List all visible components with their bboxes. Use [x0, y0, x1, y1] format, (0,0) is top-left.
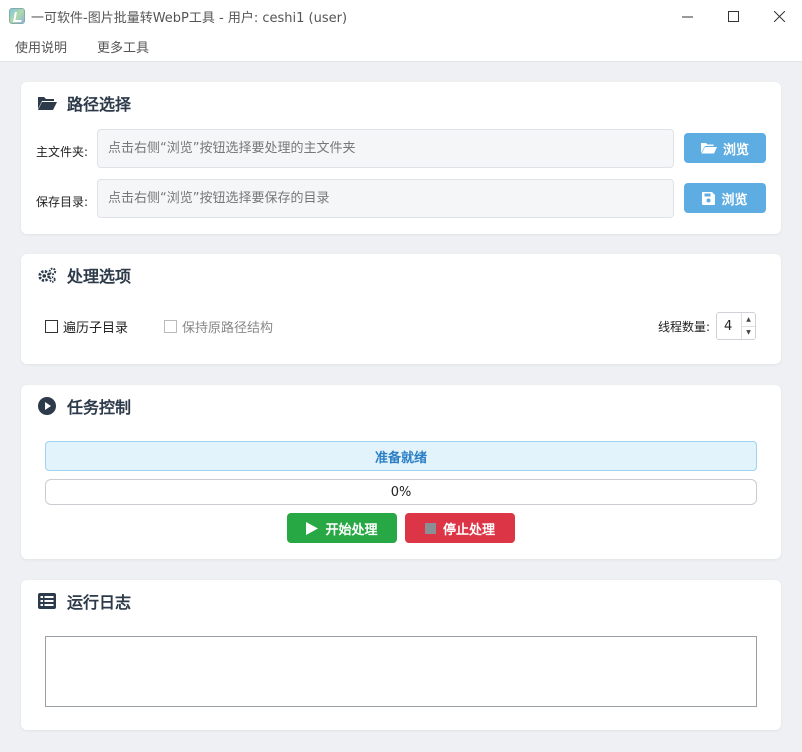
browse-main-folder-button[interactable]: 浏览 — [684, 133, 766, 163]
close-button[interactable] — [756, 0, 802, 32]
stop-icon — [424, 522, 436, 534]
section-title: 路径选择 — [67, 95, 132, 114]
save-dir-label: 保存目录: — [36, 195, 89, 209]
section-title: 处理选项 — [67, 267, 132, 286]
keep-structure-label: 保持原路径结构 — [182, 321, 274, 336]
maximize-button[interactable] — [710, 0, 756, 32]
main-folder-input[interactable] — [97, 129, 674, 168]
menu-item-help[interactable]: 使用说明 — [0, 37, 82, 56]
spin-up-icon[interactable]: ▲ — [742, 313, 755, 327]
maximize-icon — [727, 10, 739, 22]
start-processing-button[interactable]: 开始处理 — [287, 513, 397, 543]
list-icon — [37, 591, 57, 611]
save-dir-input[interactable] — [97, 179, 674, 218]
progress-text: 0% — [390, 484, 412, 500]
folder-open-icon — [700, 143, 717, 154]
section-title: 任务控制 — [67, 398, 132, 417]
stop-label: 停止处理 — [442, 522, 495, 538]
app-logo-icon — [9, 8, 25, 24]
path-section-header: 路径选择 — [37, 93, 132, 114]
window-controls — [664, 0, 802, 32]
start-label: 开始处理 — [325, 522, 378, 538]
gears-icon — [37, 265, 57, 285]
spin-arrows: ▲ ▼ — [741, 313, 755, 339]
log-section-header: 运行日志 — [37, 591, 132, 612]
thread-count-label: 线程数量: — [658, 320, 711, 334]
processing-options-card: 处理选项 遍历子目录 保持原路径结构 线程数量: 4 ▲ ▼ — [21, 254, 781, 364]
main-folder-label: 主文件夹: — [36, 145, 89, 159]
checkbox-box[interactable] — [45, 320, 58, 333]
progress-bar: 0% — [45, 479, 757, 505]
task-section-header: 任务控制 — [37, 396, 132, 417]
minimize-button[interactable] — [664, 0, 710, 32]
log-textarea[interactable] — [45, 636, 757, 707]
close-icon — [773, 10, 785, 22]
menu-bar: 使用说明 更多工具 — [0, 32, 802, 62]
run-log-card: 运行日志 — [21, 580, 781, 730]
title-bar: 一可软件-图片批量转WebP工具 - 用户: ceshi1 (user) — [0, 0, 802, 32]
menu-item-more-tools[interactable]: 更多工具 — [82, 37, 164, 56]
play-icon — [306, 521, 319, 535]
recursive-checkbox[interactable]: 遍历子目录 — [45, 317, 128, 336]
thread-count-value[interactable]: 4 — [717, 319, 741, 334]
thread-count-spinbox[interactable]: 4 ▲ ▼ — [716, 312, 756, 340]
folder-open-icon — [37, 93, 57, 113]
browse-label: 浏览 — [721, 192, 748, 208]
spin-down-icon[interactable]: ▼ — [742, 327, 755, 340]
checkbox-box[interactable] — [164, 320, 177, 333]
minimize-icon — [681, 16, 693, 17]
browse-label: 浏览 — [722, 142, 749, 158]
window-title: 一可软件-图片批量转WebP工具 - 用户: ceshi1 (user) — [31, 10, 348, 26]
play-circle-icon — [37, 396, 57, 416]
status-banner: 准备就绪 — [45, 441, 757, 471]
section-title: 运行日志 — [67, 593, 132, 612]
save-icon — [702, 191, 716, 205]
task-control-card: 任务控制 准备就绪 0% 开始处理 停止处理 — [21, 385, 781, 559]
stop-processing-button[interactable]: 停止处理 — [405, 513, 515, 543]
path-selection-card: 路径选择 主文件夹: 浏览 保存目录: 浏览 — [21, 82, 781, 234]
browse-save-dir-button[interactable]: 浏览 — [684, 183, 766, 213]
keep-structure-checkbox[interactable]: 保持原路径结构 — [164, 317, 273, 336]
recursive-label: 遍历子目录 — [63, 321, 129, 336]
options-section-header: 处理选项 — [37, 265, 132, 286]
